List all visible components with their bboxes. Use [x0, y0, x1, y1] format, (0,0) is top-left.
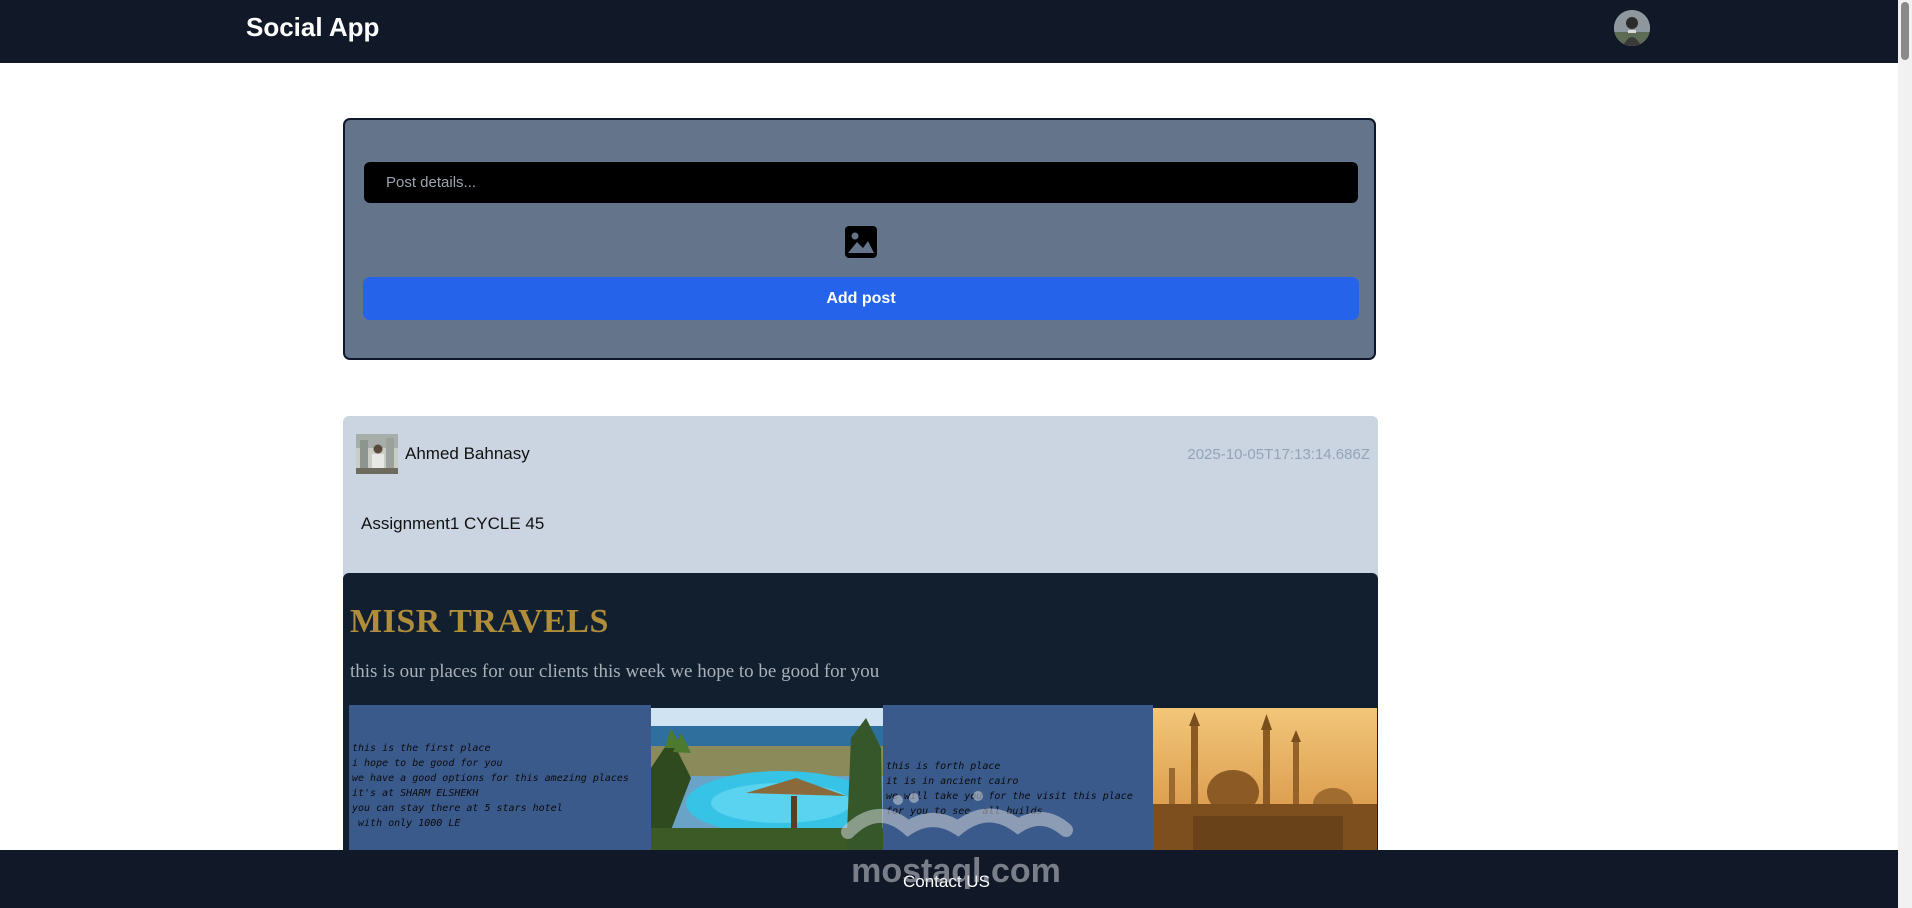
post-details-input[interactable]: [364, 162, 1358, 203]
app-brand[interactable]: Social App: [246, 12, 379, 43]
image-subtitle-text: this is our places for our clients this …: [350, 661, 880, 682]
footer: Contact US: [0, 850, 1898, 908]
top-navbar: Social App: [0, 0, 1898, 63]
image-upload-icon[interactable]: [844, 225, 878, 259]
place-1-line: it's at SHARM ELSHEKH: [352, 788, 479, 799]
place-2-line: this is forth place: [886, 761, 1001, 772]
post-card: Ahmed Bahnasy 2025-10-05T17:13:14.686Z A…: [343, 416, 1378, 856]
page-scrollbar[interactable]: [1898, 0, 1912, 908]
author-avatar[interactable]: [356, 434, 398, 474]
post-image[interactable]: MISR TRAVELS this is our places for our …: [343, 573, 1378, 856]
place-1-line: we have a good options for this amezing …: [352, 773, 629, 784]
add-post-button[interactable]: Add post: [363, 277, 1359, 320]
place-1-line: you can stay there at 5 stars hotel: [352, 803, 563, 814]
place-1-line: this is the first place: [352, 743, 491, 754]
contact-us-link[interactable]: Contact US: [903, 872, 990, 892]
place-2-line: it is in ancient cairo: [886, 776, 1019, 787]
place-2-description: this is forth place it is in ancient cai…: [883, 705, 1153, 856]
image-title-text: MISR TRAVELS: [350, 603, 609, 640]
post-timestamp: 2025-10-05T17:13:14.686Z: [1187, 446, 1370, 463]
post-body-text: Assignment1 CYCLE 45: [361, 514, 545, 533]
create-post-card: Add post: [343, 118, 1376, 360]
cairo-mosque-photo: [1153, 708, 1377, 856]
place-1-line: i hope to be good for you: [352, 758, 503, 769]
place-2-line: we will take you for the visit this plac…: [886, 791, 1133, 802]
user-avatar-icon[interactable]: [1614, 10, 1650, 46]
author-name[interactable]: Ahmed Bahnasy: [405, 444, 530, 464]
resort-pool-photo: [651, 708, 883, 856]
scrollbar-thumb[interactable]: [1901, 2, 1909, 60]
place-1-description: this is the first place i hope to be goo…: [349, 705, 651, 856]
place-2-line: for you to see all builds: [886, 806, 1043, 817]
place-1-line: with only 1000 LE: [352, 818, 461, 829]
